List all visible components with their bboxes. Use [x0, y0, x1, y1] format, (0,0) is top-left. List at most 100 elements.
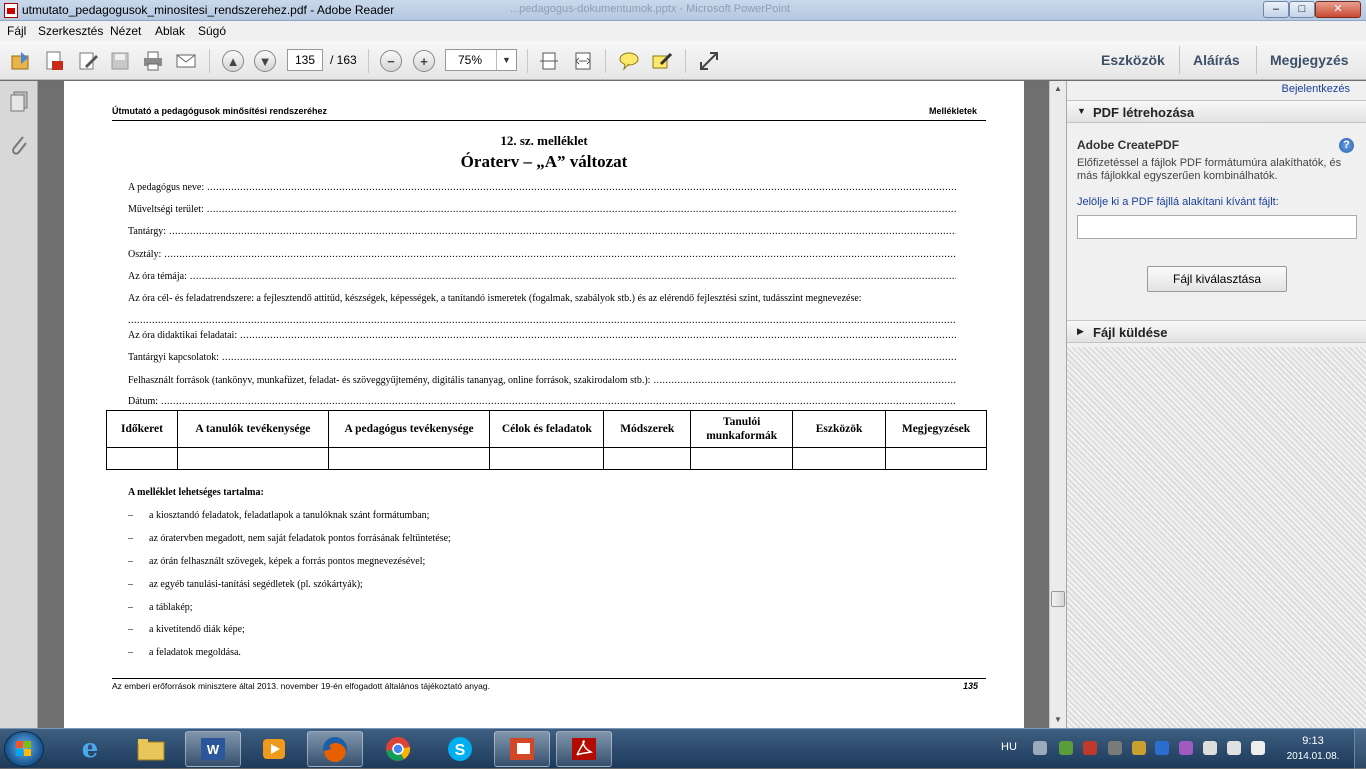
bluetooth-icon[interactable]: [1155, 741, 1169, 755]
list-item: – az óratervben megadott, nem saját felad…: [128, 533, 451, 544]
clock-time[interactable]: 9:13: [1288, 735, 1338, 747]
scroll-down-icon[interactable]: ▼: [1050, 712, 1066, 728]
select-file-prompt: Jelölje ki a PDF fájllá alakítani kívánt…: [1077, 196, 1279, 208]
email-icon[interactable]: [174, 49, 198, 73]
field-didactic-tasks: Az óra didaktikai feladatai:............…: [128, 330, 956, 341]
comment-pane-button[interactable]: Megjegyzés: [1270, 52, 1349, 68]
annex-number: 12. sz. melléklet: [500, 133, 588, 148]
expand-icon[interactable]: [697, 49, 721, 73]
open-icon[interactable]: [9, 49, 33, 73]
clock-date[interactable]: 2014.01.08.: [1280, 751, 1346, 762]
document-area: Útmutató a pedagógusok minősítési rendsz…: [39, 81, 1049, 728]
show-desktop-button[interactable]: [1354, 729, 1366, 769]
list-item: – a kivetítendő diák képe;: [128, 624, 245, 635]
tools-button[interactable]: Eszközök: [1101, 52, 1165, 68]
header-rule: [112, 120, 986, 121]
tray-device-icon[interactable]: [1203, 741, 1217, 755]
tray-tools-icon[interactable]: [1132, 741, 1146, 755]
volume-icon[interactable]: [1227, 741, 1241, 755]
send-file-section-header[interactable]: ▶ Fájl küldése: [1067, 320, 1366, 343]
page-footer-left: Az emberi erőforrások minisztere által 2…: [112, 681, 490, 691]
table-header: Tanulói munkaformák: [690, 410, 794, 448]
login-link[interactable]: Bejelentkezés: [1282, 83, 1351, 95]
language-indicator[interactable]: HU: [1001, 741, 1017, 753]
chevron-down-icon[interactable]: ▼: [496, 50, 516, 70]
internet-explorer-icon[interactable]: e: [62, 731, 118, 767]
scrollbar-thumb[interactable]: [1051, 591, 1065, 607]
navigation-pane: [0, 81, 38, 728]
vertical-scrollbar[interactable]: ▲ ▼: [1049, 81, 1066, 728]
skype-icon[interactable]: S: [432, 731, 488, 767]
menu-help[interactable]: Súgó: [198, 24, 226, 38]
zoom-in-button[interactable]: +: [412, 49, 436, 73]
page-total-label: / 163: [330, 53, 357, 67]
document-title: Óraterv – „A” változat: [460, 152, 628, 171]
fit-width-icon[interactable]: [571, 49, 595, 73]
next-page-button[interactable]: ▼: [253, 49, 277, 73]
tray-network-icon[interactable]: [1108, 741, 1122, 755]
file-explorer-icon[interactable]: [123, 731, 179, 767]
field-subject-area: Műveltségi terület:.....................…: [128, 204, 956, 215]
table-header: A tanulók tevékenysége: [176, 410, 329, 448]
tray-security-icon[interactable]: [1059, 741, 1073, 755]
chrome-icon[interactable]: [370, 731, 426, 767]
previous-page-button[interactable]: ▲: [221, 49, 245, 73]
firefox-icon[interactable]: [307, 731, 363, 767]
zoom-value: 75%: [458, 53, 483, 67]
create-pdf-section-header[interactable]: ▼ PDF létrehozása: [1067, 100, 1366, 123]
comment-icon[interactable]: [617, 49, 641, 73]
field-sources: Felhasznált források (tankönyv, munkafüz…: [128, 375, 956, 386]
service-description: Előfizetéssel a fájlok PDF formátumúra a…: [1077, 157, 1342, 182]
menu-edit[interactable]: Szerkesztés: [38, 24, 103, 38]
field-date: Dátum:..................................…: [128, 396, 956, 407]
tray-display-icon[interactable]: [1179, 741, 1193, 755]
page-footer-number: 135: [962, 681, 978, 691]
signal-icon[interactable]: [1251, 741, 1265, 755]
attachment-icon[interactable]: [9, 133, 29, 160]
svg-text:S: S: [455, 742, 466, 759]
zoom-select[interactable]: 75% ▼: [445, 49, 517, 71]
pdf-page: Útmutató a pedagógusok minősítési rendsz…: [64, 81, 1024, 728]
fit-page-icon[interactable]: [537, 49, 561, 73]
page-header-right: Mellékletek: [928, 106, 977, 116]
pdf-app-icon: [4, 3, 18, 18]
field-objectives: Az óra cél- és feladatrendszere: a fejle…: [128, 293, 862, 304]
word-icon[interactable]: W: [185, 731, 241, 767]
menu-file[interactable]: Fájl: [7, 24, 26, 38]
highlight-icon[interactable]: [650, 49, 674, 73]
minimize-button[interactable]: –: [1263, 1, 1289, 18]
field-objectives-line: ........................................…: [128, 315, 956, 326]
save-icon[interactable]: [108, 49, 132, 73]
menu-view[interactable]: Nézet: [110, 24, 141, 38]
edit-document-icon[interactable]: [76, 49, 100, 73]
start-button[interactable]: [4, 731, 44, 767]
zoom-out-button[interactable]: −: [379, 49, 403, 73]
tray-app-icon[interactable]: [1033, 741, 1047, 755]
scroll-up-icon[interactable]: ▲: [1050, 81, 1066, 97]
pages-icon[interactable]: [9, 91, 29, 116]
close-button[interactable]: ✕: [1315, 1, 1361, 18]
window-title: utmutato_pedagogusok_minositesi_rendszer…: [22, 3, 395, 17]
page-number-input[interactable]: 135: [287, 49, 323, 71]
plus-icon: +: [413, 50, 435, 72]
help-icon[interactable]: ?: [1339, 138, 1354, 153]
sign-button[interactable]: Aláírás: [1193, 52, 1240, 68]
create-pdf-icon[interactable]: [42, 49, 66, 73]
table-header: Megjegyzések: [885, 410, 987, 448]
minus-icon: −: [380, 50, 402, 72]
powerpoint-icon[interactable]: [494, 731, 550, 767]
print-icon[interactable]: [141, 49, 165, 73]
choose-file-button[interactable]: Fájl kiválasztása: [1147, 266, 1287, 292]
table-header: Eszközök: [792, 410, 887, 448]
footer-rule: [112, 678, 986, 679]
tray-warning-icon[interactable]: [1083, 741, 1097, 755]
adobe-reader-icon[interactable]: [556, 731, 612, 767]
table-row: [106, 447, 987, 470]
list-item: – a feladatok megoldása.: [128, 647, 241, 658]
menu-window[interactable]: Ablak: [155, 24, 185, 38]
maximize-button[interactable]: □: [1289, 1, 1315, 18]
file-path-input[interactable]: [1077, 215, 1357, 239]
panel-empty-area: [1067, 347, 1366, 728]
triangle-down-icon: ▼: [1077, 106, 1086, 116]
media-player-icon[interactable]: [246, 731, 302, 767]
